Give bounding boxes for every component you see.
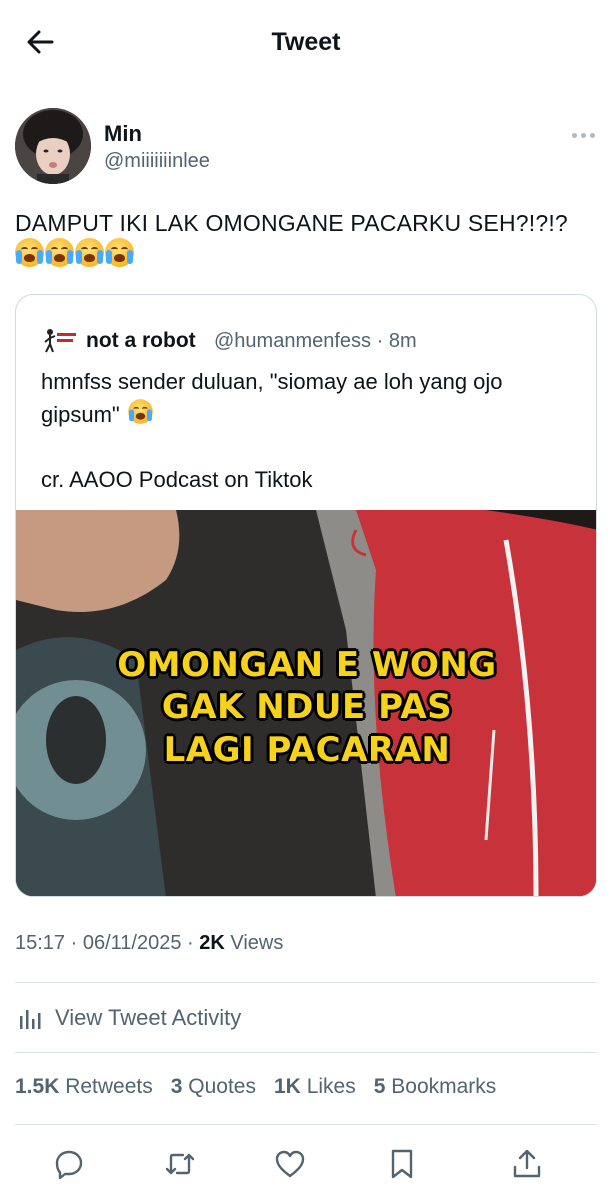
likes-stat[interactable]: 1K Likes: [274, 1075, 356, 1099]
divider: [15, 982, 597, 983]
quoted-text-content: hmnfss sender duluan, "siomay ae loh yan…: [41, 369, 503, 427]
bookmark-button[interactable]: [380, 1142, 424, 1186]
tweet-text: DAMPUT IKI LAK OMONGANE PACARKU SEH?!?!?: [15, 210, 568, 236]
page-title: Tweet: [271, 28, 341, 56]
engagement-stats: 1.5K Retweets 3 Quotes 1K Likes 5 Bookma…: [15, 1075, 496, 1099]
bookmarks-label: Bookmarks: [391, 1075, 497, 1098]
author-handle[interactable]: @miiiiiiinlee: [104, 150, 210, 173]
loudly-crying-face-icon: [75, 238, 104, 267]
bookmarks-stat[interactable]: 5 Bookmarks: [374, 1075, 497, 1099]
more-options-button[interactable]: [566, 125, 600, 145]
quotes-label: Quotes: [188, 1075, 256, 1098]
media-caption-line: GAK NDUE PAS: [161, 687, 453, 727]
quotes-count: 3: [170, 1075, 183, 1098]
divider: [15, 1052, 597, 1053]
retweet-button[interactable]: [158, 1142, 202, 1186]
quoted-credit-text: cr. AAOO Podcast on Tiktok: [41, 467, 313, 492]
retweet-icon: [165, 1153, 195, 1175]
loudly-crying-face-icon: [128, 399, 153, 424]
likes-label: Likes: [306, 1075, 356, 1098]
quotes-stat[interactable]: 3 Quotes: [171, 1075, 256, 1099]
more-dot-icon: [580, 132, 586, 138]
media-caption-line: LAGI PACARAN: [163, 730, 451, 770]
views-count: 2K: [199, 932, 225, 954]
author-name[interactable]: Min: [104, 121, 142, 147]
bookmarks-count: 5: [373, 1075, 386, 1098]
divider: [15, 1124, 597, 1125]
more-dot-icon: [571, 132, 577, 138]
quoted-tweet-card[interactable]: not a robot @humanmenfess · 8m hmnfss se…: [15, 294, 597, 897]
retweets-count: 1.5K: [15, 1075, 60, 1098]
share-button[interactable]: [505, 1142, 549, 1186]
bookmark-icon: [391, 1149, 413, 1179]
media-caption-line: OMONGAN E WONG: [117, 645, 497, 685]
retweets-stat[interactable]: 1.5K Retweets: [15, 1075, 153, 1099]
quoted-avatar: [42, 325, 78, 355]
avatar[interactable]: [15, 108, 91, 184]
reply-button[interactable]: [47, 1142, 91, 1186]
likes-count: 1K: [274, 1075, 301, 1098]
reply-icon: [55, 1150, 83, 1180]
loudly-crying-face-icon: [45, 238, 74, 267]
tweet-emojis: [15, 238, 134, 268]
loudly-crying-face-icon: [105, 238, 134, 267]
retweets-label: Retweets: [65, 1075, 153, 1098]
share-icon: [513, 1149, 541, 1178]
action-bar: [0, 1142, 612, 1186]
quoted-media-image[interactable]: OMONGAN E WONG GAK NDUE PAS LAGI PACARAN: [16, 510, 596, 896]
header: Tweet: [0, 0, 612, 84]
like-button[interactable]: [268, 1142, 312, 1186]
avatar-image: [15, 108, 91, 184]
quoted-author-name: not a robot: [86, 329, 196, 352]
timestamp-date: 15:17 · 06/11/2025 ·: [15, 932, 200, 954]
analytics-icon: [20, 1010, 41, 1029]
tweet-timestamp: 15:17 · 06/11/2025 · 2K Views: [15, 932, 283, 955]
quoted-author-meta: @humanmenfess · 8m: [214, 330, 417, 352]
like-icon: [275, 1150, 305, 1178]
more-dot-icon: [589, 132, 595, 138]
activity-label: View Tweet Activity: [55, 1005, 242, 1030]
tweet-detail-page: Tweet Min @miiiiiiinlee DAMPUT IKI LAK O…: [0, 0, 612, 1200]
view-tweet-activity-button[interactable]: View Tweet Activity: [15, 998, 241, 1038]
views-label: Views: [230, 932, 284, 954]
loudly-crying-face-icon: [15, 238, 44, 267]
quoted-tweet-text: hmnfss sender duluan, "siomay ae loh yan…: [41, 367, 581, 430]
